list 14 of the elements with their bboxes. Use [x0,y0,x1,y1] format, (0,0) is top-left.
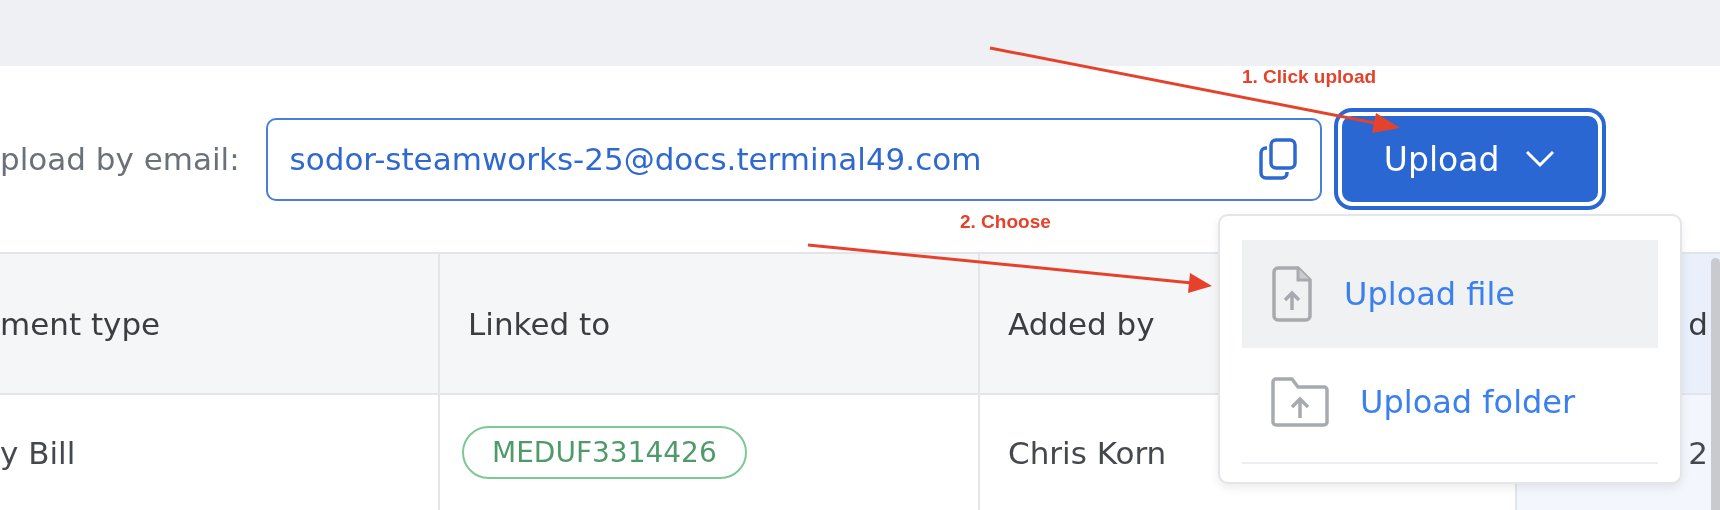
email-input[interactable]: sodor-steamworks-25@docs.terminal49.com [289,141,1246,177]
file-upload-icon [1270,266,1314,322]
column-header[interactable]: Linked to [438,252,978,395]
menu-item[interactable]: Upload file [1242,240,1658,348]
annotation-label: 2. Choose [960,211,1051,233]
linked-tag[interactable]: MEDUF3314426 [462,426,747,479]
email-label: pload by email: [0,141,240,177]
column-header[interactable]: ment type [0,252,438,395]
folder-upload-icon [1270,376,1330,428]
scrollbar[interactable] [1711,258,1720,510]
annotation-label: 1. Click upload [1242,66,1377,88]
copy-button[interactable] [1257,137,1298,181]
chevron-down-icon [1525,150,1556,168]
email-field[interactable]: sodor-steamworks-25@docs.terminal49.com [265,117,1322,201]
